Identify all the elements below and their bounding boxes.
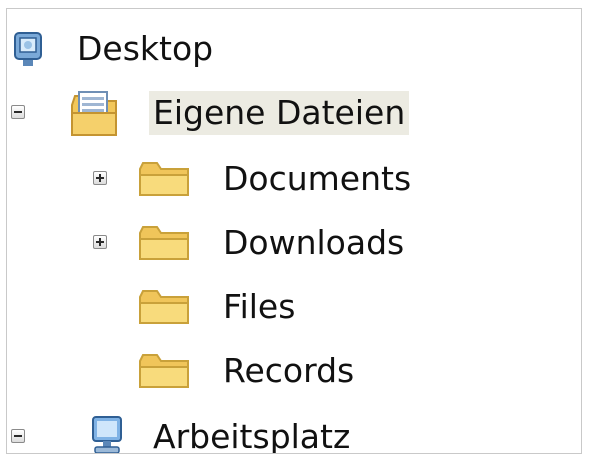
my-computer-icon	[85, 413, 129, 453]
tree-item-label: Eigene Dateien	[149, 91, 410, 135]
tree-item-files[interactable]: Files	[7, 279, 581, 339]
tree-item-documents[interactable]: Documents	[7, 151, 581, 211]
tree-item-label: Downloads	[223, 223, 405, 262]
folder-icon	[137, 287, 191, 332]
folder-icon	[137, 223, 191, 268]
tree-item-label: Arbeitsplatz	[153, 417, 351, 454]
desktop-icon	[11, 29, 47, 76]
folder-icon	[137, 351, 191, 396]
expand-toggle[interactable]	[93, 235, 107, 249]
tree-item-label: Records	[223, 351, 355, 390]
tree-item-my-documents[interactable]: Eigene Dateien	[7, 85, 581, 145]
tree-item-records[interactable]: Records	[7, 343, 581, 403]
tree-item-label: Documents	[223, 159, 412, 198]
folder-tree-view: Desktop Eigene Dateien Documents Downloa…	[6, 8, 582, 454]
tree-item-desktop[interactable]: Desktop	[7, 21, 581, 81]
tree-item-downloads[interactable]: Downloads	[7, 215, 581, 275]
expand-toggle[interactable]	[93, 171, 107, 185]
folder-icon	[137, 159, 191, 204]
collapse-toggle[interactable]	[11, 105, 25, 119]
my-documents-icon	[69, 87, 119, 144]
tree-item-label: Desktop	[77, 29, 214, 68]
collapse-toggle[interactable]	[11, 429, 25, 443]
tree-item-label: Files	[223, 287, 296, 326]
tree-item-my-computer[interactable]: Arbeitsplatz	[7, 409, 581, 454]
